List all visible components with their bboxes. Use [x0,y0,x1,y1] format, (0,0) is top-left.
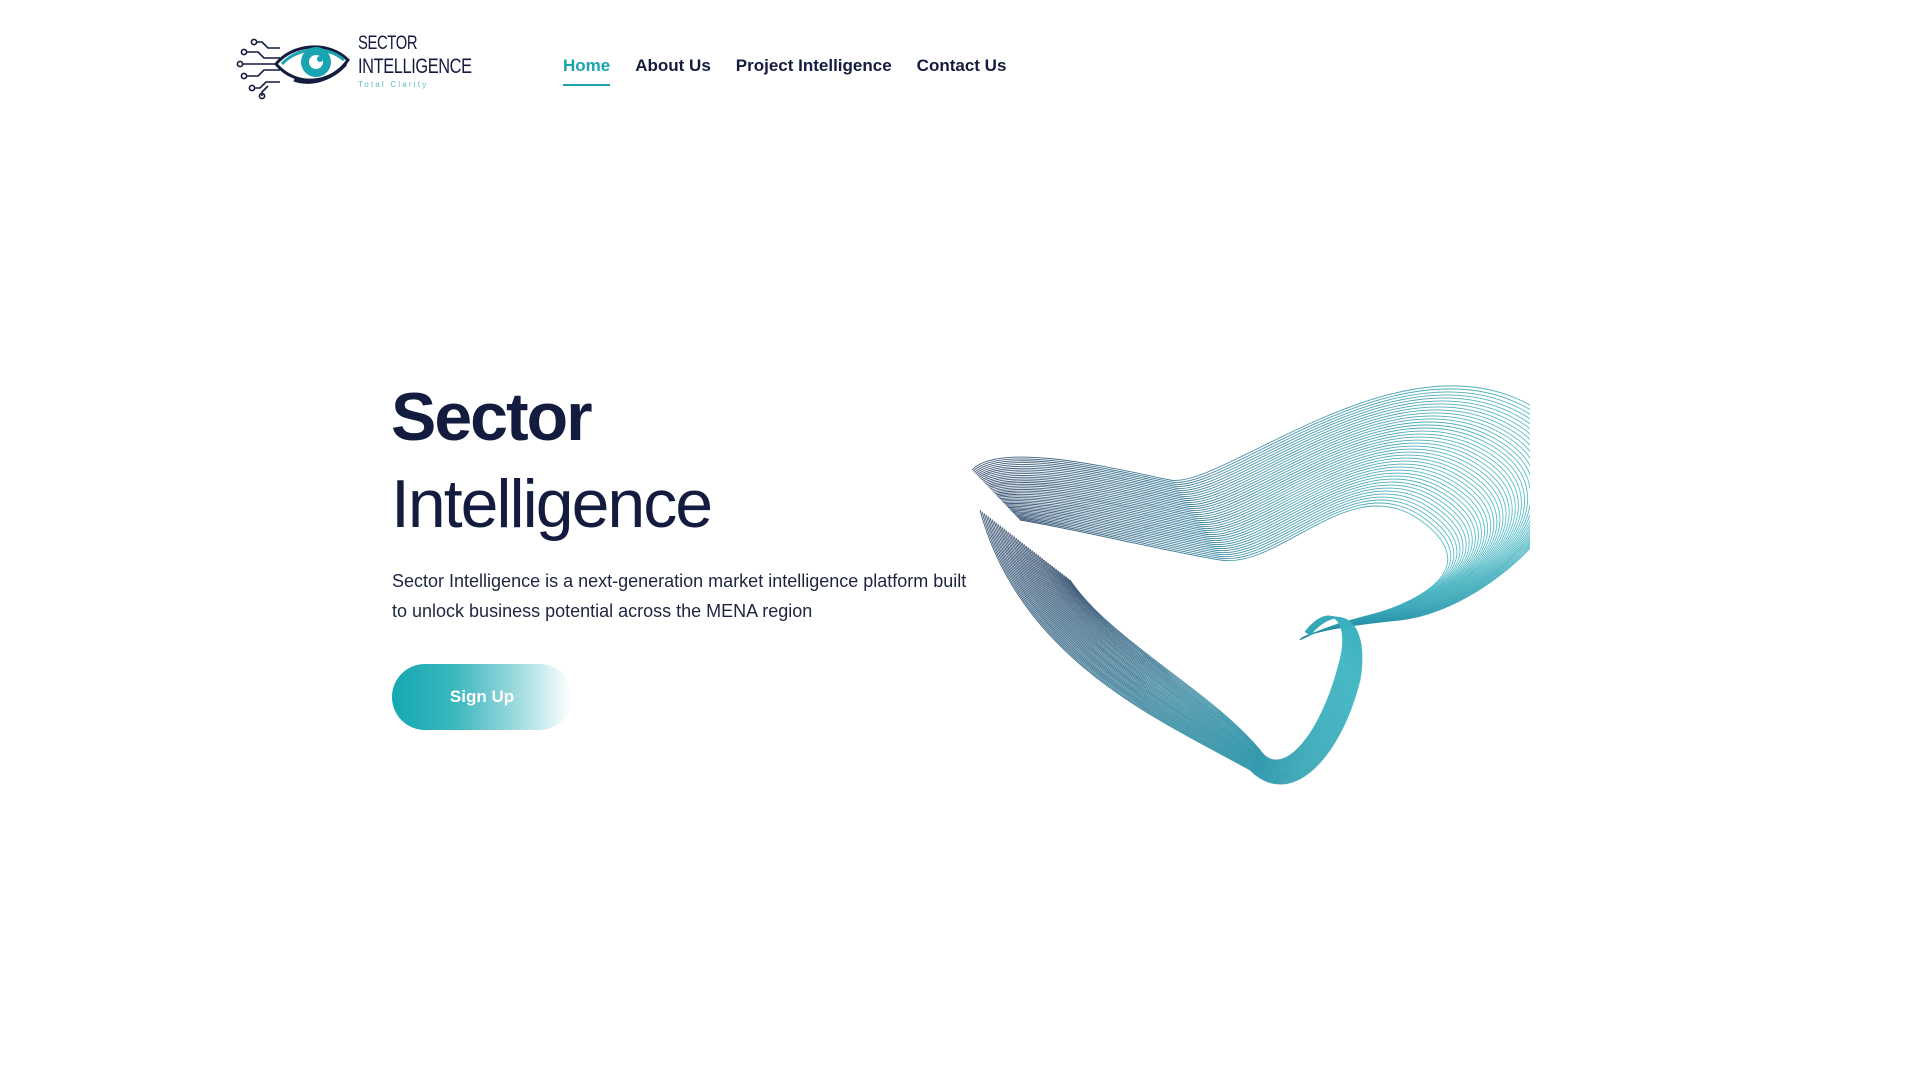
eye-circuit-logo-icon [236,38,350,100]
brand-name-line2: INTELLIGENCE [358,55,472,78]
wave-fold-line [999,525,1359,779]
hero-description: Sector Intelligence is a next-generation… [392,571,967,621]
abstract-wave-illustration [971,385,1530,785]
wave-fold-line [1011,534,1356,776]
wave-fold-line [1009,533,1356,777]
wave-fold-line [1003,528,1358,778]
wave-fold-line [1013,536,1356,776]
brand-wordmark: SECTOR INTELLIGENCE Total Clarity [358,34,504,89]
brand-name-line1: SECTOR [358,33,418,54]
nav-item-about-us[interactable]: About Us [635,56,711,86]
wave-fold-line [1021,542,1354,774]
nav-item-home[interactable]: Home [563,56,611,86]
main-nav: Home About Us Project Intelligence Conta… [563,56,1006,86]
nav-item-project-intelligence[interactable]: Project Intelligence [736,56,892,86]
brand-tagline: Total Clarity [358,80,429,89]
wave-fold-line [1007,531,1357,777]
page: SECTOR INTELLIGENCE Total Clarity Home A… [0,0,1920,1080]
hero-title-light: Intelligence [391,466,713,542]
wave-fold-line [1005,530,1357,778]
sign-up-button[interactable]: Sign Up [392,664,572,730]
wave-fold-line [1017,539,1355,775]
wave-fold-line [1015,537,1355,775]
hero-title-bold: Sector [391,379,593,455]
nav-item-contact-us[interactable]: Contact Us [917,56,1007,86]
brand-logo[interactable]: SECTOR INTELLIGENCE Total Clarity [236,30,472,102]
wave-fold-line [1019,540,1354,774]
wave-fold-line [1001,526,1358,779]
